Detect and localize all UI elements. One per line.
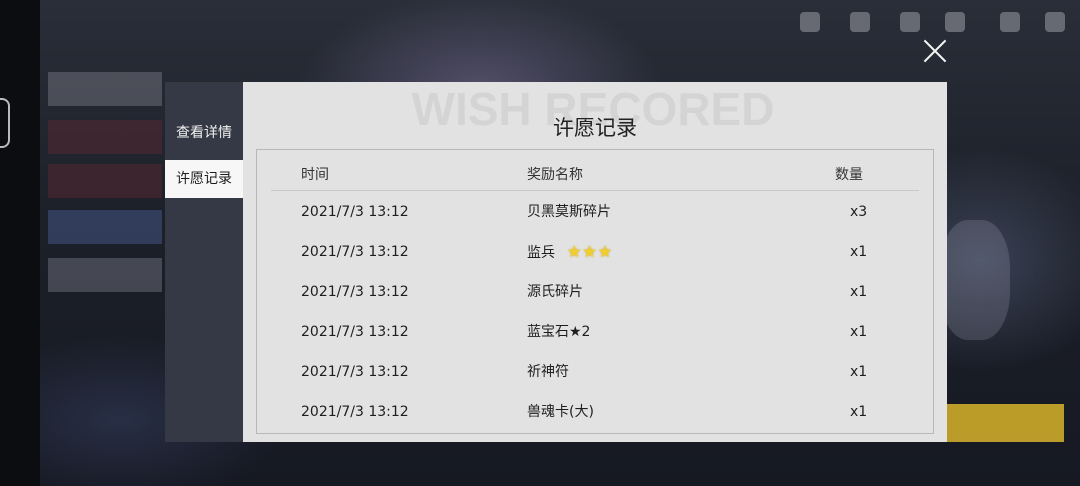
row-time: 2021/7/3 13:12: [301, 364, 409, 380]
tab-view-details[interactable]: 查看详情: [165, 114, 243, 152]
background-icon: [800, 12, 820, 32]
background-thumbnail: [48, 164, 162, 198]
row-reward-name: 源氏碎片: [527, 284, 583, 300]
header-quantity: 数量: [835, 167, 863, 183]
background-thumbnail: [48, 258, 162, 292]
edge-handle[interactable]: [0, 98, 10, 148]
row-quantity: x1: [850, 284, 868, 300]
row-time: 2021/7/3 13:12: [301, 324, 409, 340]
background-icon: [1045, 12, 1065, 32]
wish-record-panel: WISH RECORED 许愿记录 时间 奖励名称 数量 2021/7/3 13…: [243, 82, 947, 442]
table-row: 2021/7/3 13:12 监兵 ★★★ x1: [257, 232, 933, 272]
row-quantity: x1: [850, 404, 868, 420]
background-icon: [900, 12, 920, 32]
background-figure: [940, 220, 1010, 340]
header-time: 时间: [301, 167, 329, 183]
row-reward-name: 贝黑莫斯碎片: [527, 204, 611, 220]
row-time: 2021/7/3 13:12: [301, 284, 409, 300]
row-quantity: x1: [850, 324, 868, 340]
row-time: 2021/7/3 13:12: [301, 244, 409, 260]
background-thumbnail: [48, 210, 162, 244]
background-yellow-button: [946, 404, 1064, 442]
background-icon: [1000, 12, 1020, 32]
panel-title: 许愿记录: [553, 116, 637, 140]
header-divider: [271, 190, 919, 191]
background-thumbnail: [48, 72, 162, 106]
row-reward-name: 监兵: [527, 245, 555, 261]
dialog-sidebar: 查看详情 许愿记录: [165, 82, 243, 442]
table-row: 2021/7/3 13:12 蓝宝石★2 x1: [257, 312, 933, 352]
star-rating-icon: ★★★: [567, 242, 614, 261]
table-row: 2021/7/3 13:12 源氏碎片 x1: [257, 272, 933, 312]
table-row: 2021/7/3 13:12 祈神符 x1: [257, 352, 933, 392]
table-row: 2021/7/3 13:12 贝黑莫斯碎片 x3: [257, 192, 933, 232]
row-reward-name: 祈神符: [527, 364, 569, 380]
record-table: 时间 奖励名称 数量 2021/7/3 13:12 贝黑莫斯碎片 x3 2021…: [256, 149, 934, 434]
row-time: 2021/7/3 13:12: [301, 204, 409, 220]
tab-wish-record[interactable]: 许愿记录: [165, 160, 243, 198]
screen-edge-strip: [0, 0, 40, 486]
background-icon: [850, 12, 870, 32]
background-icon: [945, 12, 965, 32]
table-row: 2021/7/3 13:12 兽魂卡(大) x1: [257, 392, 933, 432]
tab-label: 查看详情: [176, 125, 232, 141]
background-thumbnail: [48, 120, 162, 154]
row-reward-name: 蓝宝石★2: [527, 324, 591, 340]
row-reward-name: 兽魂卡(大): [527, 404, 594, 420]
row-time: 2021/7/3 13:12: [301, 404, 409, 420]
row-reward-name-wrap: 监兵 ★★★: [527, 232, 613, 273]
close-icon[interactable]: [920, 36, 950, 66]
row-quantity: x1: [850, 364, 868, 380]
header-reward-name: 奖励名称: [527, 167, 583, 183]
tab-label: 许愿记录: [176, 171, 232, 187]
row-quantity: x1: [850, 244, 868, 260]
row-quantity: x3: [850, 204, 868, 220]
